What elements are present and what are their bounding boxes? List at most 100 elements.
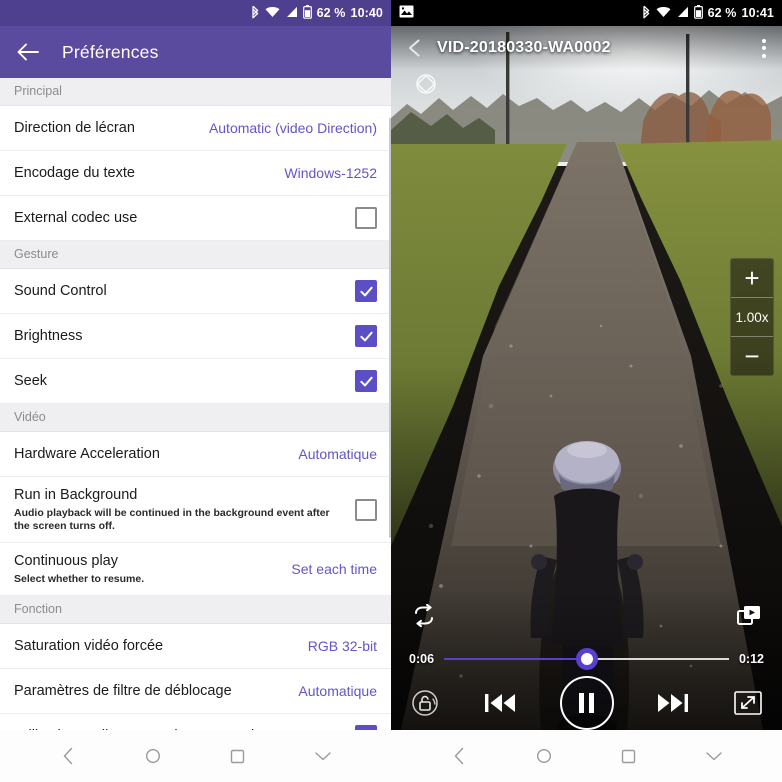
- seek-bar-row[interactable]: 0:06 0:12: [391, 646, 782, 672]
- settings-row-title: Seek: [14, 372, 48, 389]
- video-surface[interactable]: VID-20180330-WA0002 + 1.00x − 0:06 0:12: [391, 26, 782, 730]
- total-time: 0:12: [738, 652, 764, 666]
- check-icon: [359, 376, 373, 386]
- loop-icon[interactable]: [411, 604, 437, 628]
- settings-row-texts: Hardware Acceleration: [14, 445, 290, 464]
- signal-icon: [285, 6, 298, 21]
- playback-speed-control[interactable]: + 1.00x −: [730, 258, 774, 376]
- settings-row-value: RGB 32-bit: [307, 638, 377, 655]
- video-title: VID-20180330-WA0002: [437, 39, 611, 56]
- current-time: 0:06: [409, 652, 435, 666]
- settings-row[interactable]: Continuous play Select whether to resume.…: [0, 543, 391, 597]
- checkbox-unchecked[interactable]: [355, 498, 377, 521]
- section-header: Fonction: [0, 596, 391, 625]
- settings-row[interactable]: Direction de lécran Automatic (video Dire…: [0, 106, 391, 151]
- nav-back-icon[interactable]: [442, 739, 476, 773]
- check-icon: [359, 331, 373, 341]
- player-transport-controls: [391, 676, 782, 730]
- speed-increase-button[interactable]: +: [731, 259, 773, 297]
- nav-home-icon[interactable]: [527, 739, 561, 773]
- status-bar-right-icons: 62 % 10:40: [251, 4, 383, 22]
- checkbox-unchecked[interactable]: [355, 207, 377, 229]
- settings-row[interactable]: Seek: [0, 359, 391, 404]
- nav-collapse-icon[interactable]: [697, 739, 731, 773]
- settings-row[interactable]: Sound Control: [0, 269, 391, 314]
- checkbox-checked[interactable]: [355, 725, 377, 730]
- player-controls: 0:06 0:12: [391, 590, 782, 730]
- battery-percent: 62 %: [316, 6, 346, 20]
- seek-thumb[interactable]: [575, 648, 598, 670]
- speed-decrease-button[interactable]: −: [731, 337, 773, 375]
- settings-row-title: Encodage du texte: [14, 164, 135, 181]
- settings-list[interactable]: Principal Direction de lécran Automatic (v…: [0, 78, 391, 730]
- settings-row-texts: Paramètres de filtre de déblocage: [14, 682, 290, 701]
- rotation-lock-icon[interactable]: [412, 70, 440, 98]
- settings-row[interactable]: Brightness: [0, 314, 391, 359]
- screen-lock-icon[interactable]: [409, 687, 441, 719]
- settings-row[interactable]: Saturation vidéo forcée RGB 32-bit: [0, 624, 391, 670]
- checkbox-checked[interactable]: [355, 325, 377, 347]
- speed-value: 1.00x: [735, 309, 769, 325]
- settings-row[interactable]: Hardware Acceleration Automatique: [0, 432, 391, 477]
- plus-icon: +: [744, 263, 760, 293]
- settings-row[interactable]: Utilisation audio pour prolongement de t…: [0, 714, 391, 730]
- settings-row-title: Brightness: [14, 327, 83, 344]
- video-player-screen: 62 % 10:41 VID-20180330-WA0002 + 1.00x −…: [391, 0, 782, 782]
- settings-row-texts: External codec use: [14, 209, 347, 228]
- check-icon: [359, 286, 373, 296]
- check-icon: [358, 728, 375, 730]
- settings-row[interactable]: Paramètres de filtre de déblocage Automat…: [0, 669, 391, 715]
- settings-row-texts: Continuous play Select whether to resume.: [14, 552, 283, 586]
- settings-row[interactable]: Run in Background Audio playback will be …: [0, 477, 391, 544]
- settings-row-title: Utilisation audio pour prolongement de t…: [14, 727, 347, 730]
- status-bar-left: 62 % 10:40: [0, 0, 391, 26]
- settings-row-subtitle: Audio playback will be continued in the …: [14, 506, 330, 533]
- settings-row-texts: Seek: [14, 372, 347, 391]
- pause-icon: [579, 693, 594, 713]
- checkbox-checked[interactable]: [355, 280, 377, 302]
- seek-bar[interactable]: [444, 648, 729, 670]
- checkbox-checked[interactable]: [355, 370, 377, 392]
- back-arrow-icon[interactable]: [403, 36, 427, 60]
- picture-in-picture-icon[interactable]: [736, 604, 762, 628]
- clock: 10:41: [741, 6, 774, 20]
- settings-row[interactable]: External codec use: [0, 196, 391, 241]
- settings-row-texts: Brightness: [14, 327, 347, 346]
- settings-screen: 62 % 10:40 Préférences Principal Directio…: [0, 0, 391, 782]
- navigation-bar-right: [391, 730, 782, 782]
- settings-row-title: External codec use: [14, 209, 138, 226]
- settings-row-value: Windows-1252: [284, 165, 377, 181]
- settings-row-texts: Encodage du texte: [14, 164, 276, 183]
- navigation-bar-left: [0, 730, 391, 782]
- clock: 10:40: [350, 6, 383, 20]
- fullscreen-icon[interactable]: [732, 688, 764, 718]
- app-bar: Préférences: [0, 26, 391, 78]
- nav-home-icon[interactable]: [136, 739, 170, 773]
- skip-previous-icon[interactable]: [483, 690, 517, 716]
- status-bar-right: 62 % 10:41: [391, 0, 782, 26]
- settings-row-title: Hardware Acceleration: [14, 445, 160, 462]
- back-arrow-icon[interactable]: [16, 40, 40, 64]
- nav-recents-icon[interactable]: [221, 739, 255, 773]
- skip-next-icon[interactable]: [656, 690, 690, 716]
- status-bar-left-icons-right: [399, 5, 414, 21]
- overflow-menu-icon[interactable]: [758, 35, 770, 62]
- pause-button[interactable]: [559, 676, 614, 730]
- settings-row-title: Sound Control: [14, 282, 107, 299]
- battery-percent: 62 %: [707, 6, 737, 20]
- settings-row-texts: Saturation vidéo forcée: [14, 637, 300, 656]
- settings-row-title: Run in Background: [14, 487, 138, 503]
- settings-row[interactable]: Encodage du texte Windows-1252: [0, 151, 391, 196]
- section-header: Vidéo: [0, 404, 391, 432]
- settings-row-value: Automatique: [298, 683, 377, 700]
- nav-collapse-icon[interactable]: [306, 739, 340, 773]
- bluetooth-icon: [642, 5, 651, 22]
- bluetooth-icon: [251, 5, 260, 22]
- settings-row-title: Paramètres de filtre de déblocage: [14, 682, 232, 699]
- player-secondary-controls: [391, 598, 782, 634]
- screenshot-icon: [399, 5, 414, 21]
- settings-row-title: Direction de lécran: [14, 119, 135, 136]
- nav-recents-icon[interactable]: [612, 739, 646, 773]
- signal-icon: [676, 6, 689, 21]
- nav-back-icon[interactable]: [51, 739, 85, 773]
